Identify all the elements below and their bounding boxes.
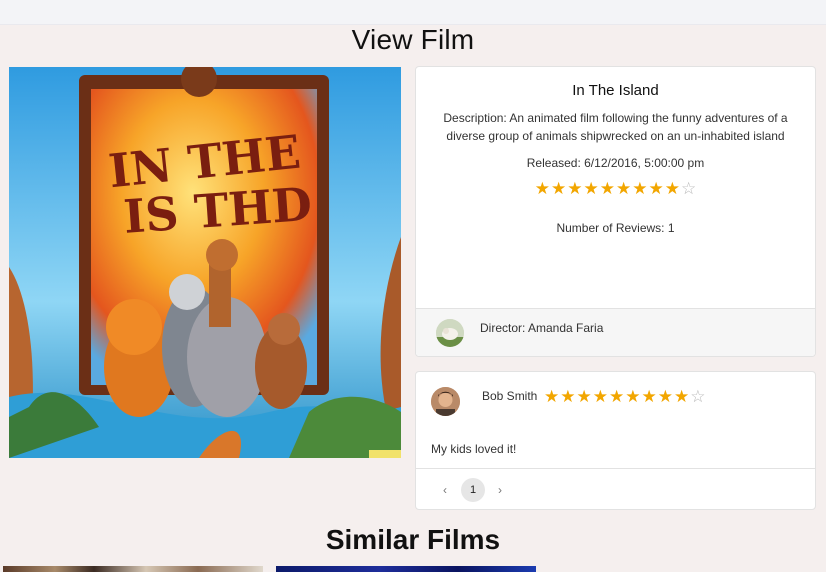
film-poster: IN THE IS THD	[9, 67, 401, 458]
star-filled-icon: ★	[674, 387, 690, 406]
star-filled-icon: ★	[632, 179, 648, 198]
star-filled-icon: ★	[625, 387, 641, 406]
reviewer-name: Bob Smith	[482, 389, 538, 403]
star-filled-icon: ★	[576, 387, 592, 406]
page-title: View Film	[351, 24, 475, 55]
review-card: Bob Smith ★ ★ ★ ★ ★ ★ ★ ★ ★ ☆ My kids loved it! ‹…	[415, 371, 816, 510]
star-filled-icon: ★	[544, 387, 560, 406]
film-rating-stars: ★ ★ ★ ★ ★ ★ ★ ★ ★ ☆	[535, 180, 697, 197]
film-description: Description: An animated film following …	[443, 111, 788, 143]
pagination-page-1[interactable]: 1	[461, 478, 485, 502]
film-release-date: Released: 6/12/2016, 5:00:00 pm	[526, 156, 705, 170]
film-card-footer: Director: Amanda Faria	[416, 308, 815, 356]
star-filled-icon: ★	[657, 387, 673, 406]
star-empty-icon: ☆	[690, 387, 706, 406]
top-nav-bar	[0, 0, 826, 25]
film-review-count: Number of Reviews: 1	[556, 221, 675, 235]
star-filled-icon: ★	[648, 179, 664, 198]
star-filled-icon: ★	[664, 179, 680, 198]
review-text: My kids loved it!	[431, 442, 517, 456]
review-pagination: ‹ 1 ›	[416, 468, 815, 510]
star-filled-icon: ★	[592, 387, 608, 406]
director-avatar	[436, 319, 464, 347]
star-filled-icon: ★	[599, 179, 615, 198]
star-filled-icon: ★	[609, 387, 625, 406]
film-details-card: In The Island Description: An animated f…	[415, 66, 816, 357]
film-title: In The Island	[572, 82, 659, 99]
similar-films-heading: Similar Films	[325, 524, 501, 555]
star-filled-icon: ★	[616, 179, 632, 198]
star-filled-icon: ★	[583, 179, 599, 198]
similar-film-thumbnail[interactable]	[3, 566, 263, 572]
reviewer-avatar	[431, 387, 460, 416]
similar-film-thumbnail[interactable]	[276, 566, 536, 572]
star-filled-icon: ★	[560, 387, 576, 406]
star-filled-icon: ★	[567, 179, 583, 198]
star-filled-icon: ★	[534, 179, 550, 198]
pagination-prev-button[interactable]: ‹	[435, 478, 455, 502]
star-filled-icon: ★	[641, 387, 657, 406]
director-name: Director: Amanda Faria	[480, 321, 604, 335]
star-filled-icon: ★	[551, 179, 567, 198]
pagination-next-button[interactable]: ›	[490, 478, 510, 502]
review-rating-stars: ★ ★ ★ ★ ★ ★ ★ ★ ★ ☆	[544, 388, 706, 405]
star-empty-icon: ☆	[681, 179, 697, 198]
